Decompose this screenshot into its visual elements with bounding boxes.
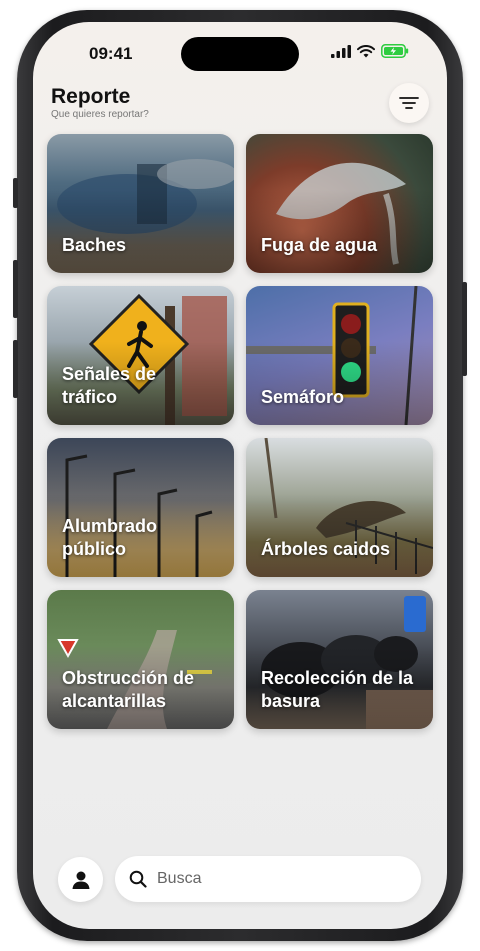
card-label: Señales de tráfico <box>62 364 157 407</box>
bottom-bar <box>58 855 423 903</box>
card-baches[interactable]: Baches <box>47 134 234 273</box>
card-fuga-de-agua[interactable]: Fuga de agua <box>246 134 433 273</box>
page-title: Reporte <box>51 85 131 108</box>
status-icons <box>331 44 409 58</box>
card-arboles-caidos[interactable]: Árboles caidos <box>246 438 433 577</box>
card-label: Recolección de la basura <box>261 668 414 711</box>
search-bar[interactable] <box>115 856 421 902</box>
profile-button[interactable] <box>58 857 103 902</box>
card-alumbrado-publico[interactable]: Alumbrado público <box>47 438 234 577</box>
card-label: Fuga de agua <box>261 235 378 255</box>
card-recoleccion-de-la-basura[interactable]: Recolección de la basura <box>246 590 433 729</box>
card-label: Baches <box>62 235 127 255</box>
card-label: Alumbrado público <box>62 516 158 559</box>
card-label: Árboles caidos <box>261 539 391 559</box>
battery-icon <box>381 44 409 58</box>
search-input[interactable] <box>155 869 399 889</box>
filter-button[interactable] <box>389 83 429 123</box>
category-grid: Baches Fuga de agua Señales de tráfico S… <box>47 134 433 729</box>
person-icon <box>72 871 89 889</box>
page-subtitle: Que quieres reportar? <box>51 109 149 120</box>
status-time: 09:41 <box>89 44 133 63</box>
volume-down-button <box>13 340 18 398</box>
card-senales-de-trafico[interactable]: Señales de tráfico <box>47 286 234 425</box>
volume-up-button <box>13 260 18 318</box>
wifi-icon <box>357 44 375 57</box>
card-label: Semáforo <box>261 387 345 407</box>
signal-icon <box>331 44 351 58</box>
dynamic-island <box>181 37 299 71</box>
card-obstruccion-de-alcantarillas[interactable]: Obstrucción de alcantarillas <box>47 590 234 729</box>
filter-lines-icon <box>399 97 419 109</box>
card-label: Obstrucción de alcantarillas <box>62 668 195 711</box>
power-button <box>462 282 467 376</box>
card-semaforo[interactable]: Semáforo <box>246 286 433 425</box>
app-screen: 09:41 Reporte Que quieres reportar? Bach… <box>33 22 447 929</box>
silent-switch <box>13 178 18 208</box>
magnifier-icon <box>129 870 147 888</box>
